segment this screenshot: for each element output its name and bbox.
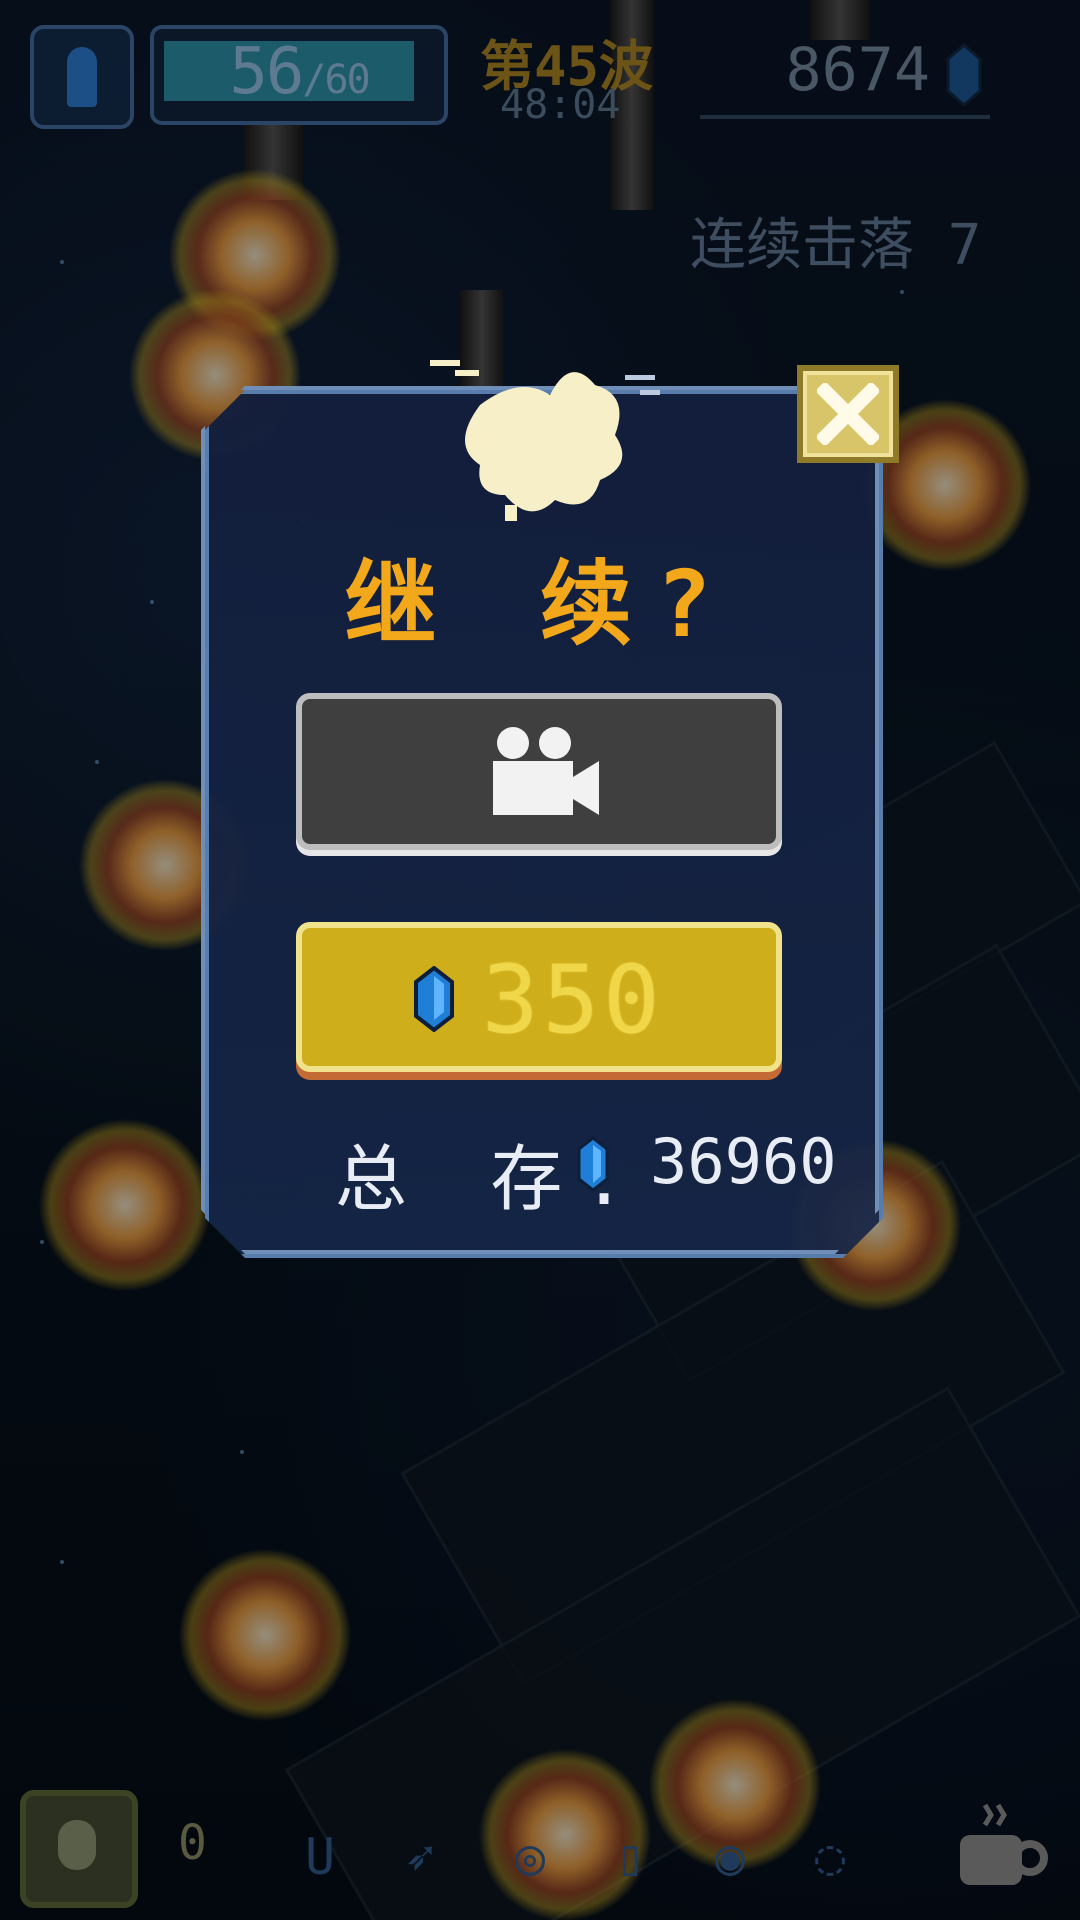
- bomb-slot[interactable]: [20, 1790, 138, 1908]
- watch-video-button[interactable]: [296, 693, 782, 850]
- hp-text: 56/60: [154, 35, 444, 109]
- timer: 48:04: [500, 82, 621, 128]
- dialog-title: 继 续?: [344, 551, 736, 658]
- missile-powerup-icon: ➶: [404, 1828, 436, 1886]
- ship-icon: [67, 47, 97, 107]
- gem-count: 8674: [785, 35, 931, 105]
- gem-icon: [946, 43, 982, 107]
- close-x-icon: [817, 383, 879, 445]
- energy-powerup-icon: ▯: [614, 1828, 646, 1886]
- bomb-count: 0: [178, 1815, 207, 1871]
- combo-text: 连续击落 7: [690, 213, 982, 278]
- player-ship-avatar: [30, 25, 134, 129]
- pay-gems-button[interactable]: 350: [296, 922, 782, 1072]
- shield-powerup-icon: ◎: [514, 1828, 546, 1886]
- double-powerup-icon: ◉: [714, 1828, 746, 1886]
- bomb-icon: [58, 1820, 96, 1870]
- smoke-icon: [430, 360, 660, 521]
- coffee-cup-icon[interactable]: [950, 1800, 1050, 1900]
- total-gems: 36960: [650, 1125, 837, 1198]
- hp-current: 56: [229, 35, 304, 109]
- gem-price: 350: [482, 946, 664, 1055]
- combo-powerup-icon: ◌: [814, 1828, 846, 1886]
- hp-max: /60: [302, 57, 370, 103]
- blue-gem-icon: [414, 966, 454, 1032]
- video-camera-icon: [493, 727, 599, 815]
- gem-counter: 8674: [700, 35, 990, 119]
- hp-bar: 56/60: [150, 25, 448, 125]
- magnet-icon: U: [304, 1828, 336, 1886]
- close-button[interactable]: [797, 365, 899, 463]
- gem-icon: [577, 1136, 609, 1192]
